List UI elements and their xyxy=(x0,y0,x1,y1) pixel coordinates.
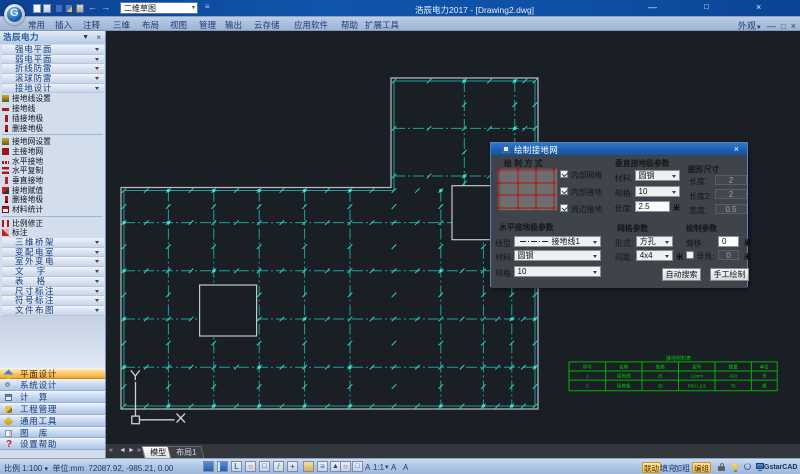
svg-text:2: 2 xyxy=(586,384,589,389)
svg-text:序号: 序号 xyxy=(583,364,593,371)
svg-text:接地极: 接地极 xyxy=(617,383,631,390)
svg-text:25: 25 xyxy=(658,384,664,389)
svg-text:规格: 规格 xyxy=(656,364,666,371)
svg-text:12mm: 12mm xyxy=(690,374,703,379)
svg-text:名称: 名称 xyxy=(619,364,629,371)
svg-text:1: 1 xyxy=(586,374,589,379)
svg-text:P50 L2.5: P50 L2.5 xyxy=(688,384,707,389)
svg-text:米: 米 xyxy=(762,373,767,380)
svg-text:型号: 型号 xyxy=(692,364,702,371)
svg-text:单位: 单位 xyxy=(760,364,770,371)
svg-text:25: 25 xyxy=(658,374,664,379)
svg-text:接地线: 接地线 xyxy=(617,373,631,380)
svg-text:接地材料表: 接地材料表 xyxy=(666,355,691,362)
svg-text:数量: 数量 xyxy=(729,364,739,371)
svg-text:420: 420 xyxy=(729,374,737,379)
svg-text:根: 根 xyxy=(762,383,767,390)
svg-text:75: 75 xyxy=(731,384,737,389)
